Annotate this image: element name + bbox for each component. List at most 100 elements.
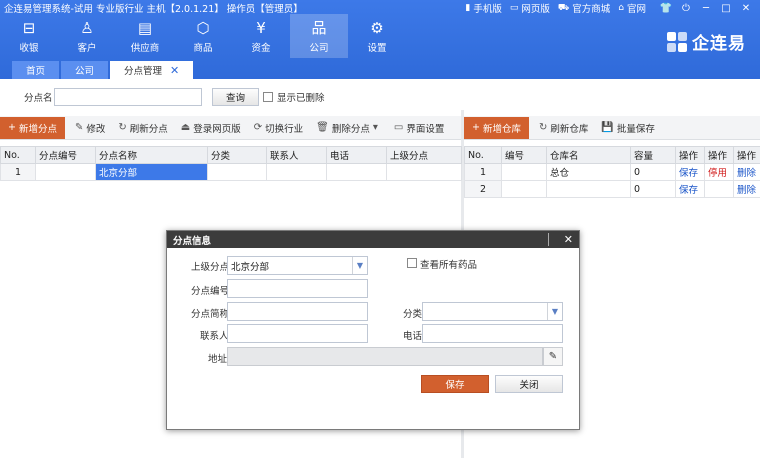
save-link[interactable]: 保存 — [675, 180, 705, 198]
branch-short-name-input[interactable] — [227, 302, 368, 321]
column-header[interactable]: No. — [464, 146, 502, 164]
web-login-button[interactable]: ⏏ 登录网页版 — [181, 121, 241, 135]
show-deleted-label: 显示已删除 — [277, 93, 325, 104]
column-header[interactable]: 电话 — [326, 146, 387, 164]
tab-branch-management[interactable]: 分点管理 ✕ — [110, 61, 194, 79]
column-header[interactable]: 操作 — [704, 146, 734, 164]
refresh-warehouse-button[interactable]: ↻ 刷新仓库 — [539, 121, 588, 135]
table-row[interactable]: 1 北京分部 — [0, 163, 462, 181]
web-version-link[interactable]: ▭ 网页版 — [510, 1, 550, 15]
column-header[interactable]: 操作 — [733, 146, 760, 164]
chevron-down-icon: ▼ — [547, 303, 562, 320]
table-cell[interactable]: 0 — [630, 163, 676, 181]
cart-icon: ⛟ — [557, 2, 570, 13]
nav-goods[interactable]: ⬡ 商品 — [174, 14, 232, 58]
column-header[interactable]: No. — [0, 146, 36, 164]
column-header[interactable]: 上级分点 — [386, 146, 462, 164]
branch-grid-header: No. 分点编号 分点名称 分类 联系人 电话 上级分点 — [0, 146, 462, 164]
nav-customer[interactable]: ♙ 客户 — [58, 14, 116, 58]
skin-icon[interactable]: 👕 — [656, 3, 676, 14]
table-cell[interactable] — [35, 163, 96, 181]
minimize-icon[interactable]: ─ — [696, 3, 716, 14]
contact-input[interactable] — [227, 324, 368, 343]
app-header: 企连易管理系统-试用 专业版行业 主机【2.0.1.21】 操作员【管理员】 ▮… — [0, 0, 760, 79]
save-icon: 💾 — [601, 122, 614, 133]
column-header[interactable]: 容量 — [630, 146, 676, 164]
refresh-icon: ↻ — [118, 122, 127, 133]
column-header[interactable]: 仓库名 — [546, 146, 631, 164]
table-cell[interactable] — [266, 163, 327, 181]
close-window-icon[interactable]: ✕ — [736, 3, 756, 14]
table-cell[interactable]: 总仓 — [546, 163, 631, 181]
save-link[interactable]: 保存 — [675, 163, 705, 181]
batch-save-button[interactable]: 💾 批量保存 — [601, 121, 654, 135]
refresh-icon: ↻ — [538, 122, 548, 133]
ui-settings-button[interactable]: ▭ 界面设置 — [394, 121, 444, 135]
column-header[interactable]: 分类 — [207, 146, 267, 164]
delete-link[interactable]: 删除 — [733, 180, 760, 198]
official-site-link[interactable]: ⌂ 官网 — [618, 1, 646, 15]
tab-home[interactable]: 首页 — [12, 61, 60, 79]
column-header[interactable]: 分点编号 — [35, 146, 96, 164]
official-store-link[interactable]: ⛟ 官方商城 — [557, 1, 610, 16]
show-deleted-checkbox[interactable] — [263, 92, 273, 102]
nav-funds[interactable]: ¥ 资金 — [232, 14, 290, 58]
warehouse-grid: No. 编号 仓库名 容量 操作 操作 操作 1 总仓 0 保存 停用 删除 2… — [464, 146, 760, 198]
table-cell[interactable]: 北京分部 — [95, 163, 208, 181]
save-button[interactable]: 保存 — [421, 375, 489, 393]
table-row[interactable]: 2 0 保存 删除 — [464, 180, 760, 198]
monitor-icon: ▭ — [509, 3, 519, 13]
disable-link[interactable] — [704, 180, 734, 198]
column-header[interactable]: 联系人 — [266, 146, 327, 164]
nav-supplier[interactable]: ▤ 供应商 — [116, 14, 174, 58]
switch-industry-button[interactable]: ⟳ 切换行业 — [254, 121, 303, 135]
table-row[interactable]: 1 总仓 0 保存 停用 删除 — [464, 163, 760, 181]
mobile-version-link[interactable]: ▮ 手机版 — [465, 1, 501, 15]
delete-branch-button[interactable]: 🗑 删除分点 ▾ — [316, 121, 381, 135]
funds-icon: ¥ — [256, 18, 266, 37]
table-cell[interactable] — [546, 180, 631, 198]
address-field[interactable] — [227, 347, 543, 366]
nav-settings[interactable]: ⚙ 设置 — [348, 14, 406, 58]
table-cell[interactable]: 0 — [630, 180, 676, 198]
column-header[interactable]: 分点名称 — [95, 146, 208, 164]
settings-icon: ⚙ — [370, 18, 384, 37]
maximize-icon[interactable]: □ — [716, 3, 736, 14]
tab-company[interactable]: 公司 — [61, 61, 109, 79]
dialog-titlebar[interactable]: 分点信息 ✕ — [167, 231, 579, 248]
table-cell[interactable] — [501, 180, 547, 198]
row-number: 2 — [464, 180, 502, 198]
parent-branch-select[interactable]: 北京分部 ▼ — [227, 256, 368, 275]
close-dialog-icon[interactable]: ✕ — [564, 233, 573, 246]
query-button[interactable]: 查询 — [212, 88, 259, 106]
table-cell[interactable] — [207, 163, 267, 181]
nav-company[interactable]: 品公司 — [290, 14, 348, 58]
close-tab-icon[interactable]: ✕ — [170, 64, 179, 77]
phone-input[interactable] — [422, 324, 563, 343]
add-branch-button[interactable]: + 新增分点 — [0, 116, 65, 139]
table-cell[interactable] — [326, 163, 387, 181]
table-cell[interactable] — [501, 163, 547, 181]
power-icon[interactable]: ⏻ — [676, 3, 696, 14]
category-select[interactable]: ▼ — [422, 302, 563, 321]
delete-link[interactable]: 删除 — [733, 163, 760, 181]
nav-cashier[interactable]: ⊟ 收银 — [0, 14, 58, 58]
contact-label: 联系人 — [200, 331, 229, 342]
edit-address-icon[interactable]: ✎ — [543, 347, 563, 366]
column-header[interactable]: 编号 — [501, 146, 547, 164]
category-label: 分类 — [403, 309, 423, 320]
view-all-drugs-label: 查看所有药品 — [420, 260, 478, 271]
branch-name-search-input[interactable] — [54, 88, 202, 106]
disable-link[interactable]: 停用 — [704, 163, 734, 181]
view-all-drugs-checkbox[interactable] — [407, 258, 417, 268]
titlebar-divider — [548, 233, 549, 246]
home-icon: ⌂ — [618, 3, 624, 13]
column-header[interactable]: 操作 — [675, 146, 705, 164]
close-button[interactable]: 关闭 — [495, 375, 563, 393]
edit-branch-button[interactable]: ✎ 修改 — [75, 121, 105, 135]
add-warehouse-button[interactable]: + 新增仓库 — [464, 116, 529, 139]
refresh-branch-button[interactable]: ↻ 刷新分点 — [118, 121, 167, 135]
main-nav: ⊟ 收银 ♙ 客户 ▤ 供应商 ⬡ 商品 ¥ 资金 品公司 ⚙ 设置 — [0, 14, 406, 58]
branch-code-input[interactable] — [227, 279, 368, 298]
table-cell[interactable] — [386, 163, 462, 181]
